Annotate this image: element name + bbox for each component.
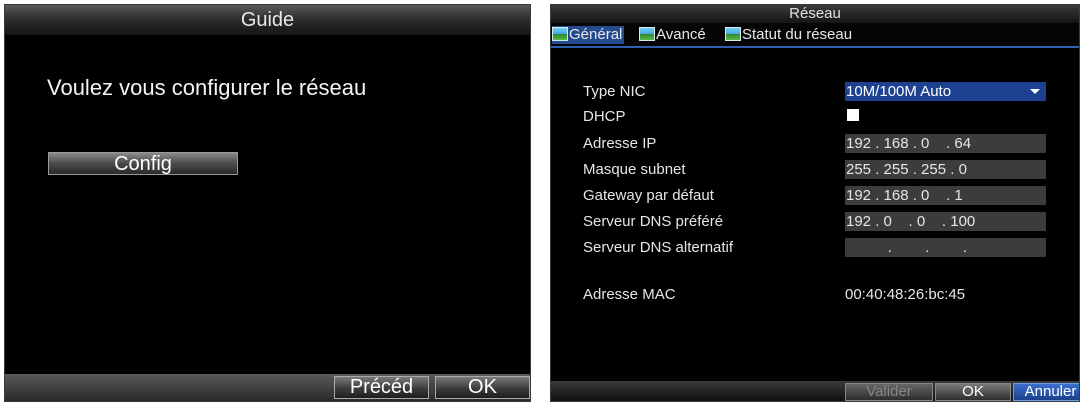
ip-address-input[interactable]: 192 . 168 . 0 . 64	[845, 134, 1046, 153]
network-icon	[552, 27, 568, 41]
network-tabs: Général Avancé Statut du réseau	[551, 23, 1079, 48]
tab-advanced[interactable]: Avancé	[639, 26, 706, 44]
subnet-label: Masque subnet	[583, 161, 686, 178]
nic-type-value: 10M/100M Auto	[846, 83, 952, 100]
guide-question: Voulez vous configurer le réseau	[47, 75, 367, 100]
dhcp-label: DHCP	[583, 108, 626, 125]
guide-dialog: Guide Voulez vous configurer le réseau C…	[4, 4, 531, 402]
cancel-button[interactable]: Annuler	[1013, 383, 1079, 401]
gateway-input[interactable]: 192 . 168 . 0 . 1	[845, 186, 1046, 205]
nic-type-label: Type NIC	[583, 83, 646, 100]
mac-label: Adresse MAC	[583, 286, 676, 303]
guide-bottom-bar: Précéd OK	[5, 374, 530, 401]
config-button[interactable]: Config	[48, 152, 238, 175]
tab-network-status[interactable]: Statut du réseau	[725, 26, 852, 44]
tab-general[interactable]: Général	[552, 26, 625, 44]
tab-advanced-label: Avancé	[656, 26, 706, 43]
dhcp-checkbox[interactable]	[847, 109, 859, 121]
network-icon	[725, 27, 741, 41]
apply-button[interactable]: Valider	[845, 383, 933, 401]
mac-address-value: 00:40:48:26:bc:45	[845, 286, 966, 303]
network-ok-button[interactable]: OK	[935, 383, 1011, 401]
tab-general-label: Général	[569, 26, 623, 43]
dns-preferred-input[interactable]: 192 . 0 . 0 . 100	[845, 212, 1046, 231]
dns-alternate-input[interactable]: . . .	[845, 238, 1046, 257]
network-title: Réseau	[551, 5, 1079, 23]
dns-preferred-label: Serveur DNS préféré	[583, 213, 724, 230]
dns-alternate-label: Serveur DNS alternatif	[583, 239, 734, 256]
guide-title: Guide	[5, 5, 530, 35]
subnet-mask-input[interactable]: 255 . 255 . 255 . 0	[845, 160, 1046, 179]
network-icon	[639, 27, 655, 41]
network-bottom-bar: Valider OK Annuler	[551, 381, 1079, 401]
nic-type-select[interactable]: 10M/100M Auto	[845, 82, 1046, 101]
network-dialog: Réseau Général Avancé Statut du réseau T…	[550, 4, 1080, 402]
ip-label: Adresse IP	[583, 135, 657, 152]
chevron-down-icon	[1030, 89, 1040, 94]
guide-ok-button[interactable]: OK	[435, 376, 530, 399]
tab-network-status-label: Statut du réseau	[742, 26, 853, 43]
gateway-label: Gateway par défaut	[583, 187, 714, 204]
previous-button[interactable]: Précéd	[334, 376, 429, 399]
